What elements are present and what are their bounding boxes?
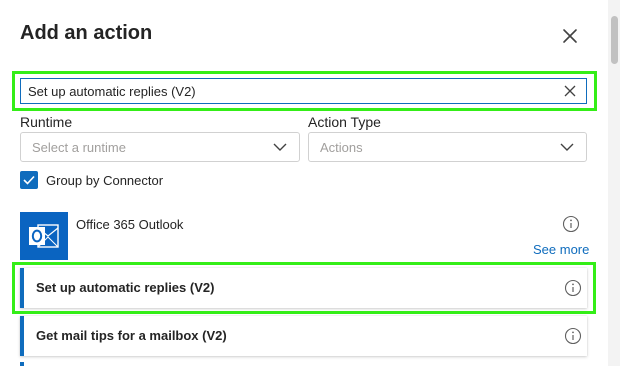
clear-icon bbox=[564, 85, 576, 97]
chevron-down-icon bbox=[273, 143, 287, 151]
runtime-placeholder: Select a runtime bbox=[32, 140, 126, 155]
action-label: Set up automatic replies (V2) bbox=[36, 280, 215, 295]
action-type-placeholder: Actions bbox=[320, 140, 363, 155]
group-by-connector-label: Group by Connector bbox=[46, 173, 164, 188]
scrollbar-thumb[interactable] bbox=[611, 16, 618, 64]
info-icon[interactable] bbox=[564, 327, 582, 345]
search-box[interactable] bbox=[20, 78, 587, 104]
checkmark-icon bbox=[23, 175, 35, 185]
clear-search-button[interactable] bbox=[563, 84, 577, 98]
see-more-link[interactable]: See more bbox=[533, 242, 589, 257]
action-item-set-up-automatic-replies[interactable]: Set up automatic replies (V2) bbox=[20, 268, 587, 308]
outlook-icon bbox=[20, 212, 68, 260]
connector-info-icon[interactable] bbox=[562, 215, 580, 233]
runtime-label: Runtime bbox=[20, 114, 73, 130]
info-icon[interactable] bbox=[564, 279, 582, 297]
search-input[interactable] bbox=[28, 79, 548, 103]
action-item-get-mail-tips[interactable]: Get mail tips for a mailbox (V2) bbox=[20, 316, 587, 356]
group-by-connector-checkbox[interactable] bbox=[20, 171, 38, 189]
action-type-label: Action Type bbox=[308, 114, 381, 130]
action-type-dropdown[interactable]: Actions bbox=[308, 132, 587, 162]
connector-name: Office 365 Outlook bbox=[76, 217, 184, 232]
action-label: Get mail tips for a mailbox (V2) bbox=[36, 328, 227, 343]
runtime-dropdown[interactable]: Select a runtime bbox=[20, 132, 300, 162]
add-action-panel: Add an action Runtime Select a runtime A… bbox=[0, 0, 608, 366]
next-action-item-edge bbox=[20, 362, 587, 366]
chevron-down-icon bbox=[560, 143, 574, 151]
close-button[interactable] bbox=[558, 24, 582, 48]
dialog-title: Add an action bbox=[20, 22, 153, 44]
close-icon bbox=[563, 29, 577, 43]
